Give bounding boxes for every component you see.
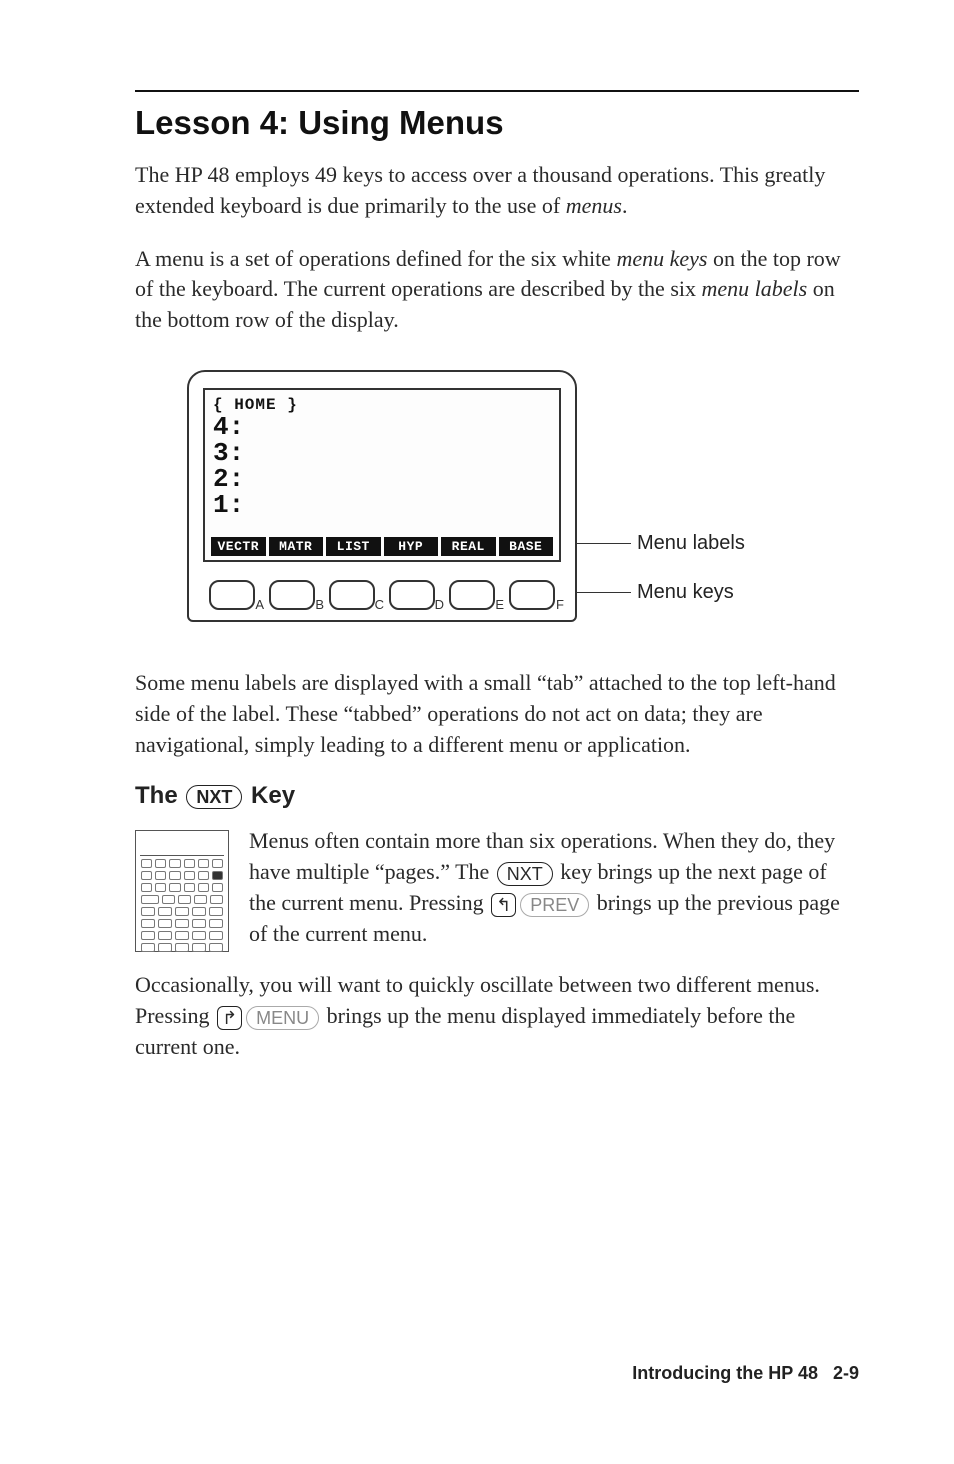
menu-label-hyp: HYP — [384, 537, 439, 556]
calculator-thumbnail — [135, 830, 229, 952]
nxt-paragraph: Menus often contain more than six operat… — [249, 826, 859, 949]
leader-menu-keys — [575, 592, 631, 593]
nxt-keycap-heading: NXT — [186, 785, 242, 809]
term-menu-keys: menu keys — [616, 246, 707, 271]
p2-text-a: A menu is a set of operations defined fo… — [135, 246, 616, 271]
menu-key-f — [509, 580, 555, 610]
menu-key-b — [269, 580, 315, 610]
p1-text-a: The HP 48 employs 49 keys to access over… — [135, 162, 825, 218]
tabbed-paragraph: Some menu labels are displayed with a sm… — [135, 668, 859, 760]
figure-wrapper: { HOME } 4: 3: 2: 1: VECTR MATR LIST HYP… — [135, 370, 859, 622]
left-shift-keycap: ↰ — [491, 893, 516, 917]
intro-paragraph-1: The HP 48 employs 49 keys to access over… — [135, 160, 859, 222]
sub-b: Key — [244, 782, 295, 809]
stack-level-1: 1: — [213, 492, 244, 518]
term-menu-labels: menu labels — [702, 276, 808, 301]
p1-text-c: . — [622, 193, 628, 218]
stack-level-4: 4: — [213, 414, 244, 440]
menu-key-row — [203, 580, 561, 610]
menu-label-bar: VECTR MATR LIST HYP REAL BASE — [211, 537, 553, 556]
menu-label-real: REAL — [441, 537, 496, 556]
leader-menu-labels — [575, 543, 631, 544]
calculator-screen: { HOME } 4: 3: 2: 1: VECTR MATR LIST HYP… — [203, 388, 561, 562]
term-menus: menus — [566, 193, 622, 218]
stack-display: 4: 3: 2: 1: — [213, 414, 244, 518]
menu-label-matr: MATR — [269, 537, 324, 556]
menu-toggle-paragraph: Occasionally, you will want to quickly o… — [135, 970, 859, 1062]
menu-key-a — [209, 580, 255, 610]
calculator-bezel: { HOME } 4: 3: 2: 1: VECTR MATR LIST HYP… — [187, 370, 577, 622]
thumbnail-display — [140, 835, 224, 856]
intro-paragraph-2: A menu is a set of operations defined fo… — [135, 244, 859, 336]
nxt-keycap: NXT — [497, 862, 553, 886]
stack-level-2: 2: — [213, 466, 244, 492]
right-shift-keycap: ↱ — [217, 1006, 242, 1030]
calculator-figure: { HOME } 4: 3: 2: 1: VECTR MATR LIST HYP… — [187, 370, 807, 622]
nxt-aside: Menus often contain more than six operat… — [135, 826, 859, 952]
menu-keycap: MENU — [246, 1006, 319, 1030]
footer-page: 2-9 — [833, 1363, 859, 1383]
annotation-menu-keys: Menu keys — [637, 581, 734, 604]
page-footer: Introducing the HP 48 2-9 — [632, 1363, 859, 1384]
menu-key-d — [389, 580, 435, 610]
nxt-key-heading: The NXT Key — [135, 782, 859, 810]
prev-keycap: PREV — [520, 893, 589, 917]
top-rule — [135, 90, 859, 92]
menu-label-vectr: VECTR — [211, 537, 266, 556]
menu-key-e — [449, 580, 495, 610]
annotation-menu-labels: Menu labels — [637, 532, 745, 555]
lesson-title: Lesson 4: Using Menus — [135, 104, 859, 142]
footer-chapter: Introducing the HP 48 — [632, 1363, 818, 1383]
menu-label-list: LIST — [326, 537, 381, 556]
sub-a: The — [135, 782, 184, 809]
menu-label-base: BASE — [499, 537, 554, 556]
stack-level-3: 3: — [213, 440, 244, 466]
menu-key-c — [329, 580, 375, 610]
